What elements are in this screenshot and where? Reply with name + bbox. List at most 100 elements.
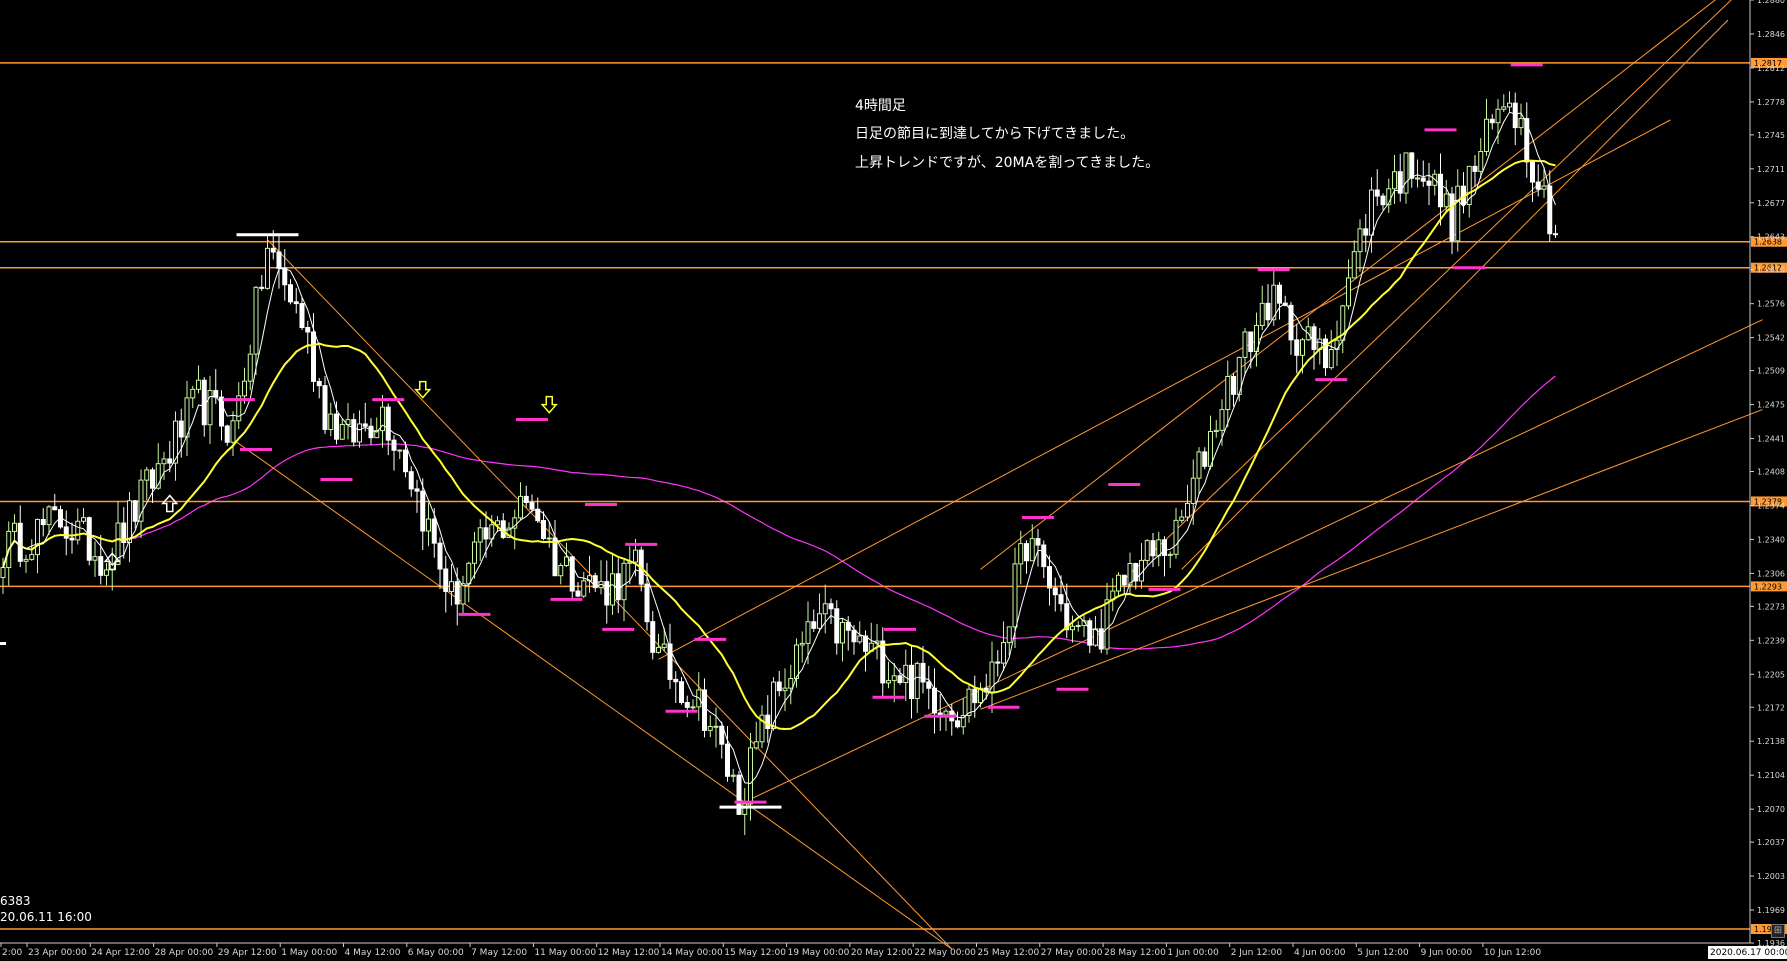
candle-body: [408, 471, 414, 490]
candle-body: [776, 681, 782, 692]
candle-body: [414, 488, 420, 492]
candle-body: [1346, 277, 1351, 307]
candle-body: [713, 725, 719, 728]
candle-body: [650, 621, 656, 653]
candle-body: [937, 712, 943, 716]
candle-body: [621, 562, 627, 601]
time-tick-label: 25 May 12:00: [978, 948, 1040, 958]
price-tick-label: 1.2037: [1757, 838, 1785, 847]
candle-body: [127, 500, 132, 544]
price-tick-label: 1.2576: [1757, 300, 1785, 309]
candle-body: [167, 458, 173, 464]
candle-body: [477, 527, 483, 543]
price-tick-label: 1.2643: [1757, 233, 1785, 242]
price-tick-label: 1.2846: [1757, 30, 1785, 39]
candle-body: [771, 681, 776, 730]
candle-body: [1392, 171, 1397, 190]
time-tick-label: 23 Apr 00:00: [28, 948, 87, 958]
candle-body: [972, 688, 978, 704]
candle-body: [1024, 543, 1029, 562]
candle-body: [81, 517, 86, 522]
candle-body: [144, 469, 150, 481]
candle-body: [1472, 165, 1478, 172]
chart-shift-button[interactable]: ⊞: [1771, 924, 1785, 938]
candle-body: [98, 556, 104, 576]
annotation-line-1: 4時間足: [855, 98, 906, 114]
candle-body: [828, 603, 834, 610]
candle-body: [311, 331, 316, 382]
candle-body: [909, 664, 914, 700]
candle-body: [541, 520, 546, 540]
price-tick-label: 1.2239: [1757, 636, 1785, 645]
candle-body: [529, 502, 535, 510]
candle-body: [1300, 339, 1305, 356]
candle-body: [932, 687, 937, 714]
candle-body: [52, 506, 58, 511]
price-tick-label: 1.2070: [1757, 805, 1785, 814]
candle-body: [259, 286, 265, 289]
candle-body: [1087, 620, 1093, 646]
candle-body: [132, 500, 138, 522]
candle-body: [357, 423, 362, 443]
chart-background: [0, 0, 1787, 961]
candle-body: [270, 247, 276, 253]
candle-body: [1294, 339, 1300, 356]
candle-body: [604, 581, 610, 606]
candle-body: [1225, 376, 1231, 411]
candle-body: [1397, 171, 1403, 194]
candle-body: [811, 621, 817, 629]
candle-body: [753, 741, 759, 749]
candle-body: [840, 621, 845, 644]
candle-body: [1524, 118, 1530, 163]
candle-body: [1259, 302, 1265, 326]
candle-body: [1116, 574, 1121, 592]
candle-body: [1495, 108, 1501, 124]
candle-body: [1415, 177, 1420, 180]
candle-body: [1093, 628, 1098, 646]
candle-body: [581, 580, 587, 597]
candle-body: [610, 573, 615, 606]
candle-body: [1173, 519, 1179, 555]
candle-body: [1029, 538, 1035, 562]
candle-body: [449, 581, 454, 592]
candle-body: [35, 518, 40, 556]
price-tick-label: 1.2003: [1757, 872, 1785, 881]
time-tick-label: 29 Apr 12:00: [218, 948, 277, 958]
candle-body: [1150, 540, 1156, 557]
candle-body: [12, 522, 17, 532]
time-tick-label: 24 Apr 12:00: [91, 948, 150, 958]
candle-body: [903, 664, 909, 684]
candle-body: [190, 388, 196, 399]
candle-body: [834, 608, 840, 644]
candle-body: [207, 390, 213, 426]
candle-body: [765, 714, 771, 730]
candle-body: [1507, 102, 1512, 108]
time-tick-label: 1 May 00:00: [281, 948, 337, 958]
candle-body: [661, 643, 667, 648]
candle-body: [1512, 102, 1518, 129]
candle-body: [196, 379, 201, 390]
candle-body: [955, 720, 960, 728]
candle-body: [1242, 331, 1248, 358]
candle-body: [1208, 431, 1213, 467]
candle-body: [966, 688, 972, 717]
candle-body: [1012, 563, 1018, 628]
candle-body: [1530, 161, 1535, 183]
candle-body: [1075, 625, 1081, 628]
candle-body: [224, 425, 230, 443]
candle-body: [437, 542, 443, 570]
price-chart[interactable]: 1.28171.26381.26121.23781.22931.19501.28…: [0, 0, 1787, 961]
candle-body: [1167, 553, 1173, 556]
price-tick-label: 1.2172: [1757, 703, 1785, 712]
candle-body: [558, 564, 564, 577]
price-tick-label: 1.2306: [1757, 569, 1785, 578]
candle-body: [782, 687, 788, 692]
candle-body: [299, 303, 305, 329]
annotation-line-2: 日足の節目に到達してから下げてきました。: [855, 126, 1135, 142]
candle-body: [1248, 331, 1254, 353]
time-tick-label: 1 Jun 00:00: [1167, 948, 1219, 958]
price-tick-label: 1.2441: [1757, 435, 1785, 444]
time-tick-label: 22 May 00:00: [914, 948, 976, 958]
candle-body: [1478, 150, 1484, 172]
candle-body: [1484, 118, 1489, 152]
